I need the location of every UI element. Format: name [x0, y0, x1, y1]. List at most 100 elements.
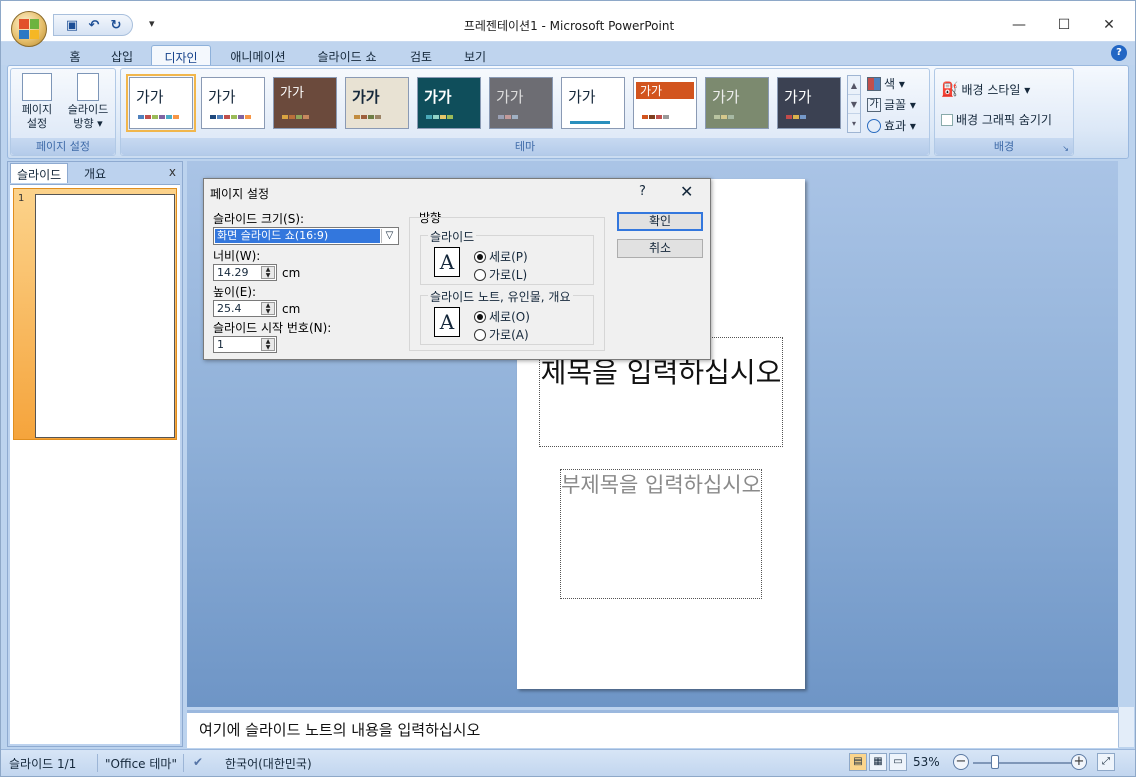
theme-fonts-button[interactable]: 가 글꼴 ▾	[867, 96, 916, 113]
theme-6[interactable]: 가가	[489, 77, 553, 129]
slide-portrait-radio[interactable]: 세로(P)	[474, 248, 528, 265]
notes-scrollbar[interactable]	[1118, 707, 1134, 747]
width-label: 너비(W):	[213, 249, 261, 263]
slide-size-select[interactable]: 화면 슬라이드 쇼(16:9) ▽	[213, 227, 399, 245]
maximize-button[interactable]: ☐	[1041, 11, 1087, 39]
slides-pane: 슬라이드 개요 x 1	[7, 161, 183, 747]
width-value: 14.29	[217, 266, 249, 279]
slide-number: 1	[18, 193, 25, 204]
theme-5[interactable]: 가가	[417, 77, 481, 129]
height-spinner[interactable]: 25.4 ▲ ▼	[213, 300, 277, 317]
paint-bucket-icon: ⛽	[941, 81, 959, 98]
notes-pane[interactable]: 여기에 슬라이드 노트의 내용을 입력하십시오	[187, 710, 1118, 748]
dialog-help-button[interactable]: ?	[639, 184, 646, 199]
minimize-button[interactable]: —	[996, 11, 1042, 39]
width-unit: cm	[282, 266, 301, 280]
tab-view[interactable]: 보기	[457, 45, 493, 66]
slides-group-label: 슬라이드	[428, 228, 477, 245]
thumbnail-list: 1	[10, 184, 180, 744]
normal-view-icon[interactable]: ▤	[849, 753, 867, 771]
ok-button[interactable]: 확인	[617, 212, 703, 231]
themes-scroll[interactable]: ▲ ▼ ▾	[847, 75, 861, 133]
width-spin-arrows-icon[interactable]: ▲ ▼	[261, 266, 275, 279]
spell-check-icon[interactable]: ✔	[193, 755, 203, 769]
start-number-spin-arrows-icon[interactable]: ▲ ▼	[261, 338, 275, 351]
group-page-setup: 페이지 설정 슬라이드 방향 ▾ 페이지 설정	[10, 68, 116, 156]
slide-thumbnail-selected[interactable]: 1	[13, 188, 177, 440]
powerpoint-window: ▣ ↶ ↻ ▾ 프레젠테이션1 - Microsoft PowerPoint —…	[0, 0, 1136, 777]
theme-office[interactable]: 가가	[126, 74, 196, 132]
start-number-value: 1	[217, 338, 224, 351]
subtitle-placeholder[interactable]: 부제목을 입력하십시오	[560, 469, 762, 599]
ribbon: 페이지 설정 슬라이드 방향 ▾ 페이지 설정 가가 가가 가가 가가 가가 가…	[7, 65, 1129, 159]
slideshow-view-icon[interactable]: ▭	[889, 753, 907, 771]
theme-effects-button[interactable]: 효과 ▾	[867, 117, 916, 134]
slide-orientation-button[interactable]: 슬라이드 방향 ▾	[63, 73, 113, 131]
scroll-down-icon[interactable]: ▼	[848, 95, 860, 114]
theme-8[interactable]: 가가	[633, 77, 697, 129]
help-icon[interactable]: ?	[1111, 45, 1127, 61]
theme-4[interactable]: 가가	[345, 77, 409, 129]
effects-icon	[867, 118, 881, 133]
start-number-spinner[interactable]: 1 ▲ ▼	[213, 336, 277, 353]
slide-thumbnail[interactable]	[35, 194, 175, 438]
page-setup-icon	[22, 73, 52, 101]
radio-icon[interactable]	[474, 268, 486, 281]
tab-design[interactable]: 디자인	[151, 45, 211, 66]
checkbox-icon[interactable]	[941, 113, 953, 126]
slide-size-value: 화면 슬라이드 쇼(16:9)	[215, 229, 380, 243]
chevron-down-icon[interactable]: ▽	[381, 229, 397, 243]
tab-home[interactable]: 홈	[61, 45, 89, 66]
zoom-slider-thumb[interactable]	[991, 755, 999, 769]
height-spin-arrows-icon[interactable]: ▲ ▼	[261, 302, 275, 315]
zoom-in-icon[interactable]: +	[1071, 754, 1087, 770]
height-value: 25.4	[217, 302, 242, 315]
notes-portrait-a-icon: A	[434, 307, 460, 337]
fonts-icon: 가	[867, 97, 881, 112]
radio-selected-icon[interactable]	[474, 250, 486, 263]
hide-background-graphics[interactable]: 배경 그래픽 숨기기	[941, 111, 1052, 128]
notes-landscape-radio[interactable]: 가로(A)	[474, 326, 529, 343]
fit-to-window-icon[interactable]: ⤢	[1097, 753, 1115, 771]
radio-icon[interactable]	[474, 328, 486, 341]
background-styles-button[interactable]: ⛽ 배경 스타일 ▾	[941, 81, 1030, 98]
tab-review[interactable]: 검토	[403, 45, 439, 66]
close-button[interactable]: ✕	[1086, 11, 1132, 39]
pane-close-icon[interactable]: x	[169, 165, 176, 179]
theme-9[interactable]: 가가	[705, 77, 769, 129]
radio-selected-icon[interactable]	[474, 310, 486, 323]
status-bar: 슬라이드 1/1 "Office 테마" ✔ 한국어(대한민국) ▤ ▦ ▭ 5…	[1, 749, 1135, 776]
tab-slides[interactable]: 슬라이드	[10, 163, 69, 183]
dialog-launcher-icon[interactable]: ↘	[1062, 144, 1069, 153]
colors-icon	[867, 76, 881, 91]
height-unit: cm	[282, 302, 301, 316]
zoom-out-icon[interactable]: −	[953, 754, 969, 770]
scroll-up-icon[interactable]: ▲	[848, 76, 860, 95]
notes-portrait-radio[interactable]: 세로(O)	[474, 308, 530, 325]
start-number-label: 슬라이드 시작 번호(N):	[213, 321, 332, 335]
theme-10[interactable]: 가가	[777, 77, 841, 129]
tab-slideshow[interactable]: 슬라이드 쇼	[309, 45, 385, 66]
office-button[interactable]	[11, 11, 47, 47]
width-spinner[interactable]: 14.29 ▲ ▼	[213, 264, 277, 281]
dialog-close-button[interactable]: ✕	[680, 182, 693, 201]
slide-sorter-icon[interactable]: ▦	[869, 753, 887, 771]
language[interactable]: 한국어(대한민국)	[225, 755, 312, 772]
tab-outline[interactable]: 개요	[78, 163, 112, 183]
theme-2[interactable]: 가가	[201, 77, 265, 129]
group-background: ⛽ 배경 스타일 ▾ 배경 그래픽 숨기기 배경 ↘	[934, 68, 1074, 156]
tab-insert[interactable]: 삽입	[105, 45, 139, 66]
page-setup-dialog: 페이지 설정 ? ✕ 슬라이드 크기(S): 화면 슬라이드 쇼(16:9) ▽…	[203, 178, 711, 360]
more-themes-icon[interactable]: ▾	[848, 114, 860, 133]
ribbon-tabs: 홈 삽입 디자인 애니메이션 슬라이드 쇼 검토 보기	[1, 41, 1135, 66]
theme-7[interactable]: 가가	[561, 77, 625, 129]
tab-animation[interactable]: 애니메이션	[223, 45, 293, 66]
page-setup-button[interactable]: 페이지 설정	[15, 73, 59, 131]
slide-landscape-radio[interactable]: 가로(L)	[474, 266, 527, 283]
cancel-button[interactable]: 취소	[617, 239, 703, 258]
zoom-level[interactable]: 53%	[913, 755, 940, 769]
zoom-slider[interactable]	[973, 762, 1073, 764]
theme-3[interactable]: 가가	[273, 77, 337, 129]
theme-colors-button[interactable]: 색 ▾	[867, 75, 905, 92]
notes-group-label: 슬라이드 노트, 유인물, 개요	[428, 288, 573, 305]
